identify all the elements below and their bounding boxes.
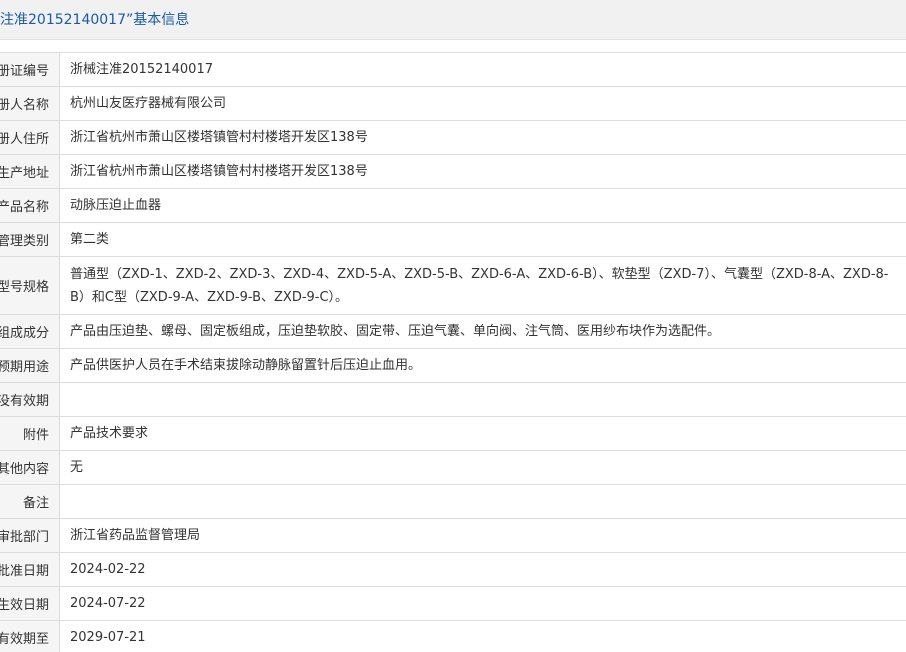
row-label: 产品名称: [0, 189, 60, 222]
table-row: 生效日期 2024-07-22: [0, 587, 906, 621]
table-row: 没有效期: [0, 383, 906, 417]
table-row: 管理类别 第二类: [0, 223, 906, 257]
row-value: 浙械注准20152140017: [70, 62, 213, 77]
row-label: 批准日期: [0, 553, 60, 586]
section-header: 械注准20152140017”基本信息: [0, 0, 906, 40]
info-table: 册证编号 浙械注准20152140017 册人名称 杭州山友医疗器械有限公司 册…: [0, 52, 906, 652]
table-row: 组成成分 产品由压迫垫、螺母、固定板组成，压迫垫软胶、固定带、压迫气囊、单向阀、…: [0, 315, 906, 349]
row-label: 生产地址: [0, 155, 60, 188]
table-row: 册证编号 浙械注准20152140017: [0, 53, 906, 87]
row-value: 产品供医护人员在手术结束拔除动静脉留置针后压迫止血用。: [70, 358, 422, 373]
row-label: 审批部门: [0, 519, 60, 552]
row-label: 预期用途: [0, 349, 60, 382]
row-value: 2029-07-21: [70, 630, 146, 645]
section-title: 械注准20152140017”基本信息: [0, 12, 190, 28]
row-label: 型号规格: [0, 257, 60, 314]
table-row: 附件 产品技术要求: [0, 417, 906, 451]
table-row: 其他内容 无: [0, 451, 906, 485]
row-value: 产品技术要求: [70, 426, 149, 441]
table-row: 生产地址 浙江省杭州市萧山区楼塔镇管村村楼塔开发区138号: [0, 155, 906, 189]
row-label: 管理类别: [0, 223, 60, 256]
row-label: 册人名称: [0, 87, 60, 120]
table-row: 产品名称 动脉压迫止血器: [0, 189, 906, 223]
row-label: 附件: [0, 417, 60, 450]
row-value: 杭州山友医疗器械有限公司: [70, 96, 227, 111]
row-value: 2024-02-22: [70, 562, 146, 577]
table-row: 批准日期 2024-02-22: [0, 553, 906, 587]
row-label: 其他内容: [0, 451, 60, 484]
row-value: 2024-07-22: [70, 596, 146, 611]
row-value: 动脉压迫止血器: [70, 198, 162, 213]
row-value: [60, 383, 906, 416]
table-row: 预期用途 产品供医护人员在手术结束拔除动静脉留置针后压迫止血用。: [0, 349, 906, 383]
row-label: 组成成分: [0, 315, 60, 348]
row-value: 无: [70, 460, 84, 475]
table-row: 册人名称 杭州山友医疗器械有限公司: [0, 87, 906, 121]
row-value: 浙江省杭州市萧山区楼塔镇管村村楼塔开发区138号: [70, 130, 368, 145]
row-label: 备注: [0, 485, 60, 518]
table-row: 有效期至 2029-07-21: [0, 621, 906, 652]
row-value: 普通型（ZXD-1、ZXD-2、ZXD-3、ZXD-4、ZXD-5-A、ZXD-…: [70, 266, 889, 305]
row-label: 没有效期: [0, 383, 60, 416]
row-label: 生效日期: [0, 587, 60, 620]
row-label: 有效期至: [0, 621, 60, 652]
row-value: [60, 485, 906, 518]
row-value: 浙江省杭州市萧山区楼塔镇管村村楼塔开发区138号: [70, 164, 368, 179]
table-row: 册人住所 浙江省杭州市萧山区楼塔镇管村村楼塔开发区138号: [0, 121, 906, 155]
row-label: 册人住所: [0, 121, 60, 154]
table-row: 备注: [0, 485, 906, 519]
row-value: 产品由压迫垫、螺母、固定板组成，压迫垫软胶、固定带、压迫气囊、单向阀、注气筒、医…: [70, 324, 721, 339]
table-row: 审批部门 浙江省药品监督管理局: [0, 519, 906, 553]
row-value: 第二类: [70, 232, 110, 247]
table-row: 型号规格 普通型（ZXD-1、ZXD-2、ZXD-3、ZXD-4、ZXD-5-A…: [0, 257, 906, 315]
row-value: 浙江省药品监督管理局: [70, 528, 201, 543]
row-label: 册证编号: [0, 53, 60, 86]
